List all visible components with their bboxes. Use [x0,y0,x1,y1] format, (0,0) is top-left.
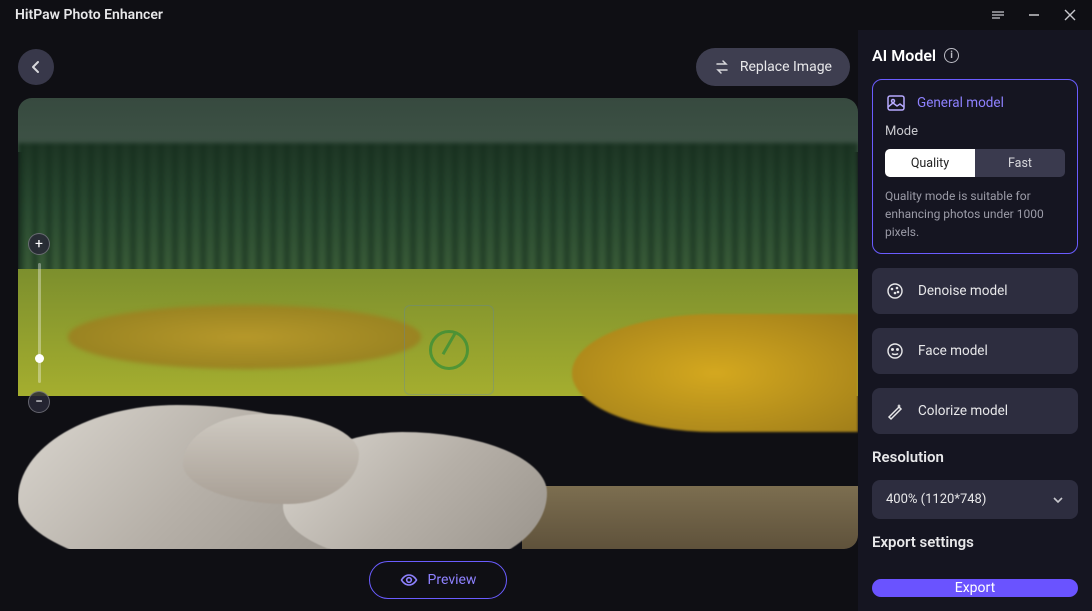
zoom-controls: + − [28,233,50,413]
zoom-in-button[interactable]: + [28,233,50,255]
titlebar: HitPaw Photo Enhancer [0,0,1092,30]
export-button[interactable]: Export [872,579,1078,597]
ai-model-title: AI Model [872,46,936,65]
general-model-card[interactable]: General model Mode Quality Fast Quality … [872,79,1078,254]
replace-image-label: Replace Image [740,59,832,75]
mode-description: Quality mode is suitable for enhancing p… [885,187,1065,241]
colorize-model-item[interactable]: Colorize model [872,388,1078,434]
preview-label: Preview [428,572,477,588]
zoom-out-button[interactable]: − [28,391,50,413]
denoise-icon [884,280,906,302]
mode-quality[interactable]: Quality [885,149,975,177]
denoise-label: Denoise model [918,283,1008,299]
resolution-title: Resolution [872,448,1078,466]
mode-label: Mode [885,124,1065,139]
general-model-label: General model [917,95,1004,111]
image-canvas [18,98,858,549]
eye-icon [400,571,418,589]
mode-segmented: Quality Fast [885,149,1065,177]
info-icon[interactable]: i [944,48,959,63]
watermark-overlay [404,305,494,395]
preview-button[interactable]: Preview [369,561,508,599]
face-label: Face model [918,343,988,359]
chevron-left-icon [29,60,43,74]
menu-icon[interactable] [991,8,1005,22]
face-model-item[interactable]: Face model [872,328,1078,374]
back-button[interactable] [18,49,54,85]
denoise-model-item[interactable]: Denoise model [872,268,1078,314]
settings-pane: AI Model i General model Mode Quality Fa… [858,30,1092,611]
image-icon [885,92,907,114]
main: Replace Image + [0,30,1092,611]
editor-pane: Replace Image + [0,30,858,611]
close-button[interactable] [1063,8,1077,22]
chevron-down-icon [1052,494,1064,506]
editor-topbar: Replace Image [18,48,858,86]
face-icon [884,340,906,362]
app-title: HitPaw Photo Enhancer [15,7,163,23]
image-viewport[interactable]: + − [18,98,858,549]
replace-image-button[interactable]: Replace Image [696,48,850,86]
mode-fast[interactable]: Fast [975,149,1065,177]
window-controls [991,8,1077,22]
export-settings-title: Export settings [872,533,1078,551]
export-label: Export [955,580,995,596]
swap-icon [714,59,730,75]
colorize-label: Colorize model [918,403,1008,419]
zoom-thumb[interactable] [35,354,44,363]
preview-row: Preview [18,561,858,599]
general-model-head: General model [885,92,1065,114]
resolution-value: 400% (1120*748) [886,492,986,507]
resolution-select[interactable]: 400% (1120*748) [872,480,1078,519]
wand-icon [884,400,906,422]
ai-model-title-row: AI Model i [872,46,1078,65]
minimize-button[interactable] [1027,8,1041,22]
zoom-slider[interactable] [38,263,41,383]
